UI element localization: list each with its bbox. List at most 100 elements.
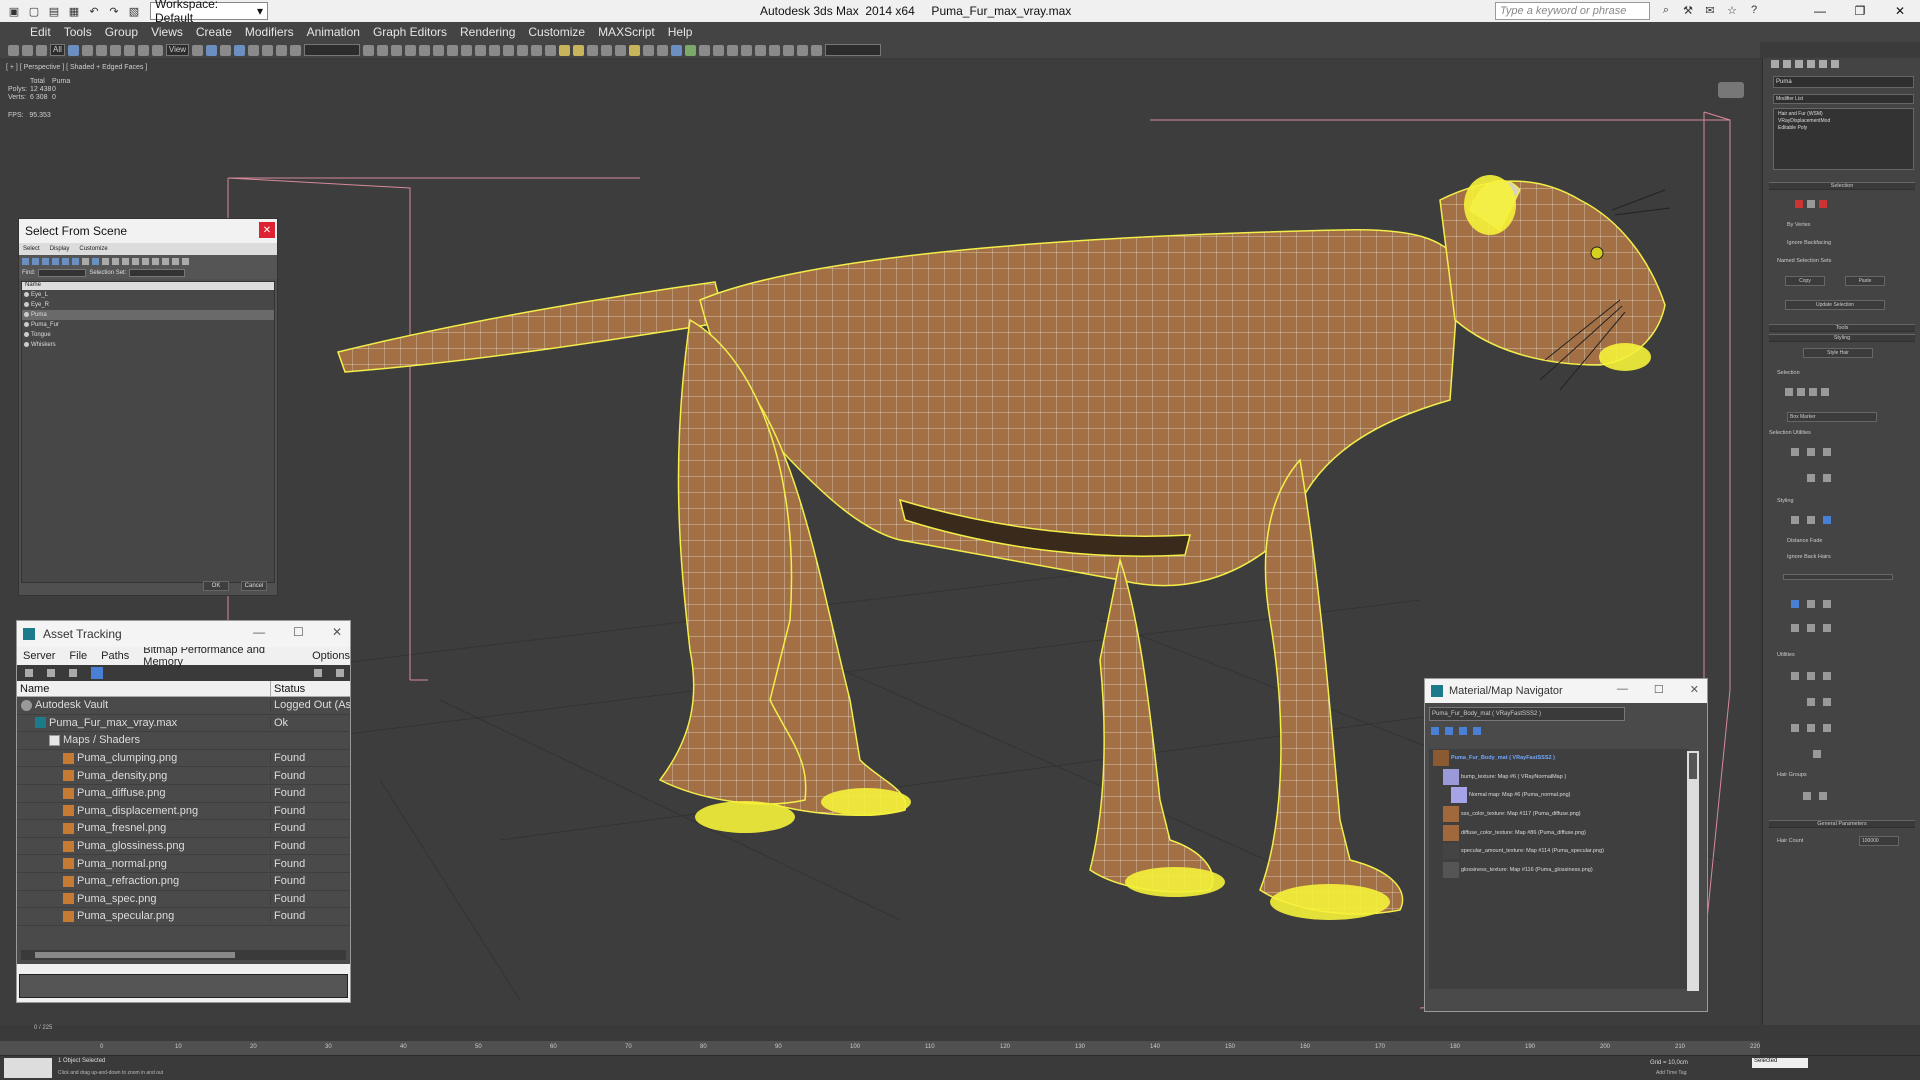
asset-row[interactable]: Puma_specular.png Found bbox=[17, 908, 350, 926]
menu-select[interactable]: Select bbox=[23, 246, 40, 252]
align-icon[interactable] bbox=[377, 44, 389, 56]
by-vertex-checkbox[interactable]: By Vertex bbox=[1769, 222, 1915, 228]
vray-camera-icon[interactable] bbox=[699, 44, 711, 56]
scene-list-item-selected[interactable]: Puma bbox=[22, 310, 274, 320]
display-groups-icon[interactable] bbox=[82, 257, 89, 265]
display-tab-icon[interactable] bbox=[1819, 60, 1827, 68]
rollout-header-general[interactable]: General Parameters bbox=[1769, 820, 1915, 828]
scene-list-item[interactable]: Puma_Fur bbox=[22, 320, 274, 330]
paste-button[interactable]: Paste bbox=[1845, 276, 1885, 286]
dialog-title-bar[interactable]: Select From Scene ✕ bbox=[19, 219, 277, 243]
display-geometry-icon[interactable] bbox=[22, 257, 29, 265]
vray-sphere-green-icon[interactable] bbox=[685, 44, 697, 56]
display-shapes-icon[interactable] bbox=[32, 257, 39, 265]
filter-icon[interactable] bbox=[172, 257, 179, 265]
menu-animation[interactable]: Animation bbox=[307, 25, 360, 39]
view-list-icon[interactable] bbox=[1431, 727, 1439, 735]
vray-dome-icon[interactable] bbox=[601, 44, 613, 56]
menu-options[interactable]: Options bbox=[312, 650, 350, 662]
util-icon-2[interactable] bbox=[1807, 448, 1815, 456]
refresh-icon[interactable] bbox=[25, 669, 33, 677]
display-none-icon[interactable] bbox=[152, 257, 159, 265]
rollout-header-styling[interactable]: Styling bbox=[1769, 334, 1915, 342]
utilities-tab-icon[interactable] bbox=[1831, 60, 1839, 68]
scale-icon[interactable] bbox=[151, 44, 163, 56]
percent-snap-icon[interactable] bbox=[262, 44, 274, 56]
close-icon[interactable]: ✕ bbox=[332, 625, 342, 639]
vray-lightbulb-icon[interactable] bbox=[629, 44, 641, 56]
save-file-icon[interactable]: ▦ bbox=[66, 3, 82, 19]
brush-size-slider[interactable] bbox=[1783, 574, 1893, 580]
clump-hair-icon[interactable] bbox=[1791, 624, 1799, 632]
stand-hair-icon[interactable] bbox=[1807, 600, 1815, 608]
util-icon-4[interactable] bbox=[1807, 474, 1815, 482]
material-name-field[interactable]: Puma_Fur_Body_mat ( VRayFastSSS2 ) bbox=[1429, 707, 1625, 721]
rotate-hair-icon[interactable] bbox=[1807, 624, 1815, 632]
motion-tab-icon[interactable] bbox=[1807, 60, 1815, 68]
asset-path-field[interactable] bbox=[19, 974, 348, 998]
edit-named-sel-icon[interactable] bbox=[290, 44, 302, 56]
rect-selection-icon[interactable] bbox=[95, 44, 107, 56]
puff-hair-icon[interactable] bbox=[1823, 600, 1831, 608]
menu-edit[interactable]: Edit bbox=[30, 25, 51, 39]
asset-row[interactable]: Puma_Fur_max_vray.max Ok bbox=[17, 715, 350, 733]
sort-icon[interactable] bbox=[182, 257, 189, 265]
render-setup-icon[interactable] bbox=[461, 44, 473, 56]
vray-options-icon[interactable] bbox=[755, 44, 767, 56]
stack-item-vray-displacement[interactable]: VRayDisplacementMod bbox=[1778, 118, 1909, 125]
menu-bitmap-performance[interactable]: Bitmap Performance and Memory bbox=[143, 644, 298, 668]
ignore-back-hairs-checkbox[interactable]: Ignore Back Hairs bbox=[1769, 554, 1915, 560]
selection-filter-dropdown[interactable]: All bbox=[50, 44, 65, 56]
minimize-icon[interactable]: — bbox=[1800, 0, 1840, 22]
split-group-icon[interactable] bbox=[1803, 792, 1811, 800]
ok-button[interactable]: OK bbox=[203, 581, 229, 591]
asset-row[interactable]: Puma_clumping.png Found bbox=[17, 750, 350, 768]
checkin-icon[interactable] bbox=[47, 669, 55, 677]
rotate-icon[interactable] bbox=[137, 44, 149, 56]
scene-list-item[interactable]: Eye_L bbox=[22, 290, 274, 300]
column-status[interactable]: Status bbox=[270, 681, 350, 696]
vray-info-icon[interactable] bbox=[769, 44, 781, 56]
map-node[interactable]: diffuse_color_texture: Map #86 (Puma_dif… bbox=[1429, 823, 1689, 842]
vray-physcam-icon[interactable] bbox=[713, 44, 725, 56]
window-crossing-icon[interactable] bbox=[109, 44, 121, 56]
unlock-icon[interactable] bbox=[1807, 724, 1815, 732]
menu-rendering[interactable]: Rendering bbox=[460, 25, 515, 39]
select-hair-icon-1[interactable] bbox=[1785, 388, 1793, 396]
view-mode-icon[interactable] bbox=[91, 667, 103, 679]
workspace-dropdown[interactable]: Workspace: Default ▾ bbox=[150, 0, 268, 25]
hair-cut-icon[interactable] bbox=[1807, 516, 1815, 524]
select-hair-icon-4[interactable] bbox=[1821, 388, 1829, 396]
ignore-backfacing-checkbox[interactable]: Ignore Backfacing bbox=[1769, 240, 1915, 246]
select-hair-icon-2[interactable] bbox=[1797, 388, 1805, 396]
close-icon[interactable]: ✕ bbox=[1880, 0, 1920, 22]
rollout-header-tools[interactable]: Tools bbox=[1769, 324, 1915, 332]
map-node[interactable]: glossiness_texture: Map #116 (Puma_gloss… bbox=[1429, 861, 1689, 880]
window-title-bar[interactable]: Material/Map Navigator — ☐ ✕ bbox=[1425, 679, 1707, 703]
view-small-icon[interactable] bbox=[1459, 727, 1467, 735]
map-node[interactable]: specular_amount_texture: Map #114 (Puma_… bbox=[1429, 842, 1689, 861]
lock-all-icon[interactable] bbox=[1823, 724, 1831, 732]
binoculars-icon[interactable]: ⌕ bbox=[1658, 2, 1674, 18]
vertical-scrollbar[interactable] bbox=[1687, 751, 1699, 991]
favorites-star-icon[interactable]: ☆ bbox=[1724, 2, 1740, 18]
view-icons-icon[interactable] bbox=[1445, 727, 1453, 735]
material-editor-icon[interactable] bbox=[447, 44, 459, 56]
close-icon[interactable]: ✕ bbox=[1690, 683, 1699, 696]
vray-plane-icon[interactable] bbox=[671, 44, 683, 56]
toolbar-extra-dropdown[interactable] bbox=[825, 44, 882, 56]
menu-paths[interactable]: Paths bbox=[101, 650, 129, 662]
vray-proxy-icon[interactable] bbox=[643, 44, 655, 56]
display-lights-icon[interactable] bbox=[42, 257, 49, 265]
vray-toolbar-icon-1[interactable] bbox=[503, 44, 515, 56]
menu-display[interactable]: Display bbox=[50, 246, 70, 252]
unlink-icon[interactable] bbox=[22, 44, 33, 56]
asset-row[interactable]: Maps / Shaders bbox=[17, 732, 350, 750]
move-icon[interactable] bbox=[123, 44, 135, 56]
segment-select-icon[interactable] bbox=[1819, 200, 1827, 208]
map-node[interactable]: sss_color_texture: Map #117 (Puma_diffus… bbox=[1429, 805, 1689, 824]
render-production-icon[interactable] bbox=[489, 44, 501, 56]
asset-row[interactable]: Puma_refraction.png Found bbox=[17, 873, 350, 891]
display-cameras-icon[interactable] bbox=[52, 257, 59, 265]
asset-row[interactable]: Puma_glossiness.png Found bbox=[17, 838, 350, 856]
